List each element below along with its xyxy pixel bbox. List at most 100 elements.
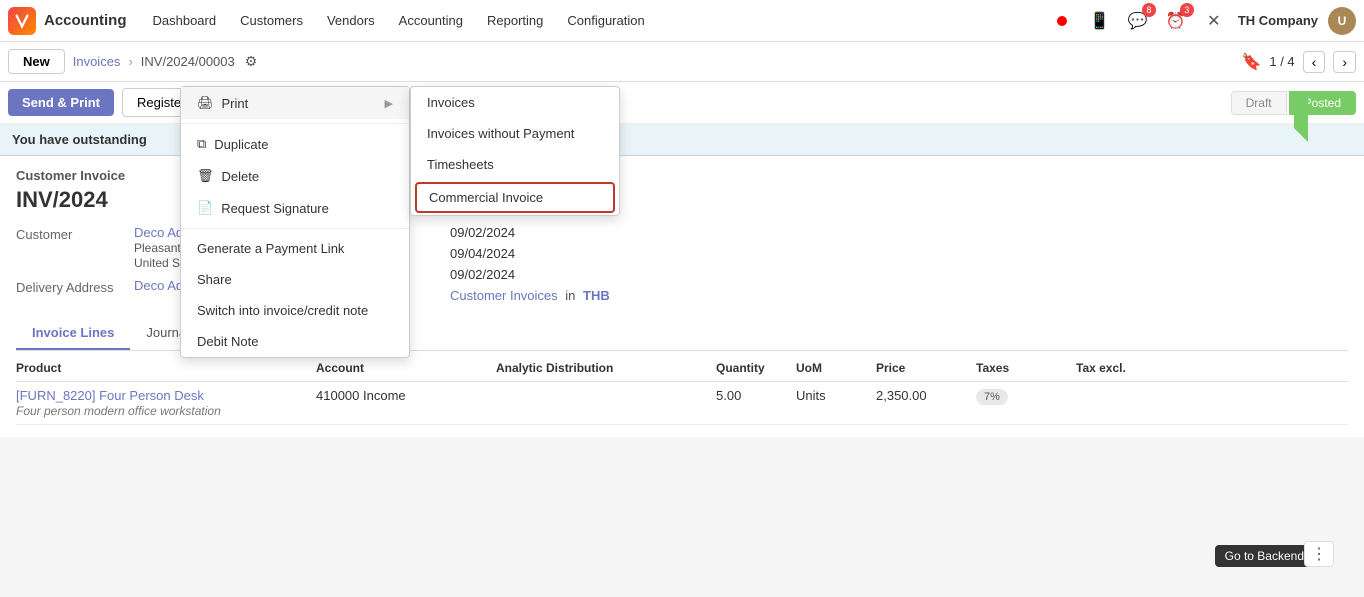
menu-duplicate[interactable]: ⧉ Duplicate (181, 128, 409, 160)
nav-dashboard[interactable]: Dashboard (143, 9, 227, 32)
subheader: New Invoices › INV/2024/00003 ⚙ 🔖 1 / 4 … (0, 42, 1364, 82)
table-row: [FURN_8220] Four Person Desk Four person… (16, 382, 1348, 425)
col-taxes: Taxes (976, 361, 1076, 375)
row-account: 410000 Income (316, 388, 496, 403)
row-uom: Units (796, 388, 876, 403)
due-date-field: Due Date 09/04/2024 (328, 246, 1348, 261)
print-dropdown-menu: 🖨 Print ▶ ⧉ Duplicate 🗑 Delete 📄 Request… (180, 86, 410, 358)
breadcrumb-separator: › (128, 54, 132, 69)
duplicate-label: Duplicate (214, 137, 268, 152)
product-link[interactable]: [FURN_8220] Four Person Desk (16, 388, 204, 403)
switch-label: Switch into invoice/credit note (197, 303, 368, 318)
send-print-button[interactable]: Send & Print (8, 89, 114, 116)
menu-divider-2 (181, 228, 409, 229)
customer-label: Customer (16, 225, 126, 242)
go-to-backend-tooltip: Go to Backend (1215, 545, 1314, 567)
breadcrumb-current: INV/2024/00003 (141, 54, 235, 69)
journal-link[interactable]: Customer Invoices (450, 288, 558, 303)
status-bar: Draft Posted (1231, 91, 1356, 115)
col-price: Price (876, 361, 976, 375)
status-draft[interactable]: Draft (1231, 91, 1287, 115)
settings-gear-icon[interactable]: ⚙ (245, 53, 258, 70)
share-label: Share (197, 272, 232, 287)
debit-note-label: Debit Note (197, 334, 258, 349)
journal-value: Customer Invoices in THB (450, 288, 610, 303)
menu-print[interactable]: 🖨 Print ▶ (181, 87, 409, 119)
more-options-button[interactable]: ⋮ (1304, 541, 1334, 567)
prev-record-button[interactable]: ‹ (1303, 51, 1326, 73)
col-uom: UoM (796, 361, 876, 375)
menu-switch[interactable]: Switch into invoice/credit note (181, 295, 409, 326)
submenu-invoices[interactable]: Invoices (411, 87, 619, 118)
timer-badge: 3 (1180, 3, 1194, 17)
delivery-date-value: 09/02/2024 (450, 267, 515, 282)
col-account: Account (316, 361, 496, 375)
print-submenu: Invoices Invoices without Payment Timesh… (410, 86, 620, 216)
row-product: [FURN_8220] Four Person Desk Four person… (16, 388, 316, 418)
submenu-invoices-without-payment[interactable]: Invoices without Payment (411, 118, 619, 149)
table-header: Product Account Analytic Distribution Qu… (16, 355, 1348, 382)
new-button[interactable]: New (8, 49, 65, 74)
company-name: TH Company (1238, 13, 1318, 28)
delivery-date-field: Delivery Date 09/02/2024 (328, 267, 1348, 282)
nav-vendors[interactable]: Vendors (317, 9, 385, 32)
row-quantity: 5.00 (716, 388, 796, 403)
nav-accounting[interactable]: Accounting (389, 9, 473, 32)
menu-request-signature[interactable]: 📄 Request Signature (181, 192, 409, 224)
tab-invoice-lines[interactable]: Invoice Lines (16, 317, 130, 350)
print-label: Print (222, 96, 249, 111)
generate-payment-label: Generate a Payment Link (197, 241, 344, 256)
chat-icon[interactable]: 💬 8 (1124, 7, 1152, 35)
menu-delete[interactable]: 🗑 Delete (181, 160, 409, 192)
due-date-value: 09/04/2024 (450, 246, 515, 261)
top-navigation: Accounting Dashboard Customers Vendors A… (0, 0, 1364, 42)
invoice-date-value: 09/02/2024 (450, 225, 515, 240)
record-count: 1 / 4 (1269, 54, 1294, 69)
user-avatar[interactable]: U (1328, 7, 1356, 35)
menu-share[interactable]: Share (181, 264, 409, 295)
col-quantity: Quantity (716, 361, 796, 375)
close-icon[interactable]: ✕ (1200, 7, 1228, 35)
timer-icon[interactable]: ⏰ 3 (1162, 7, 1190, 35)
col-tax-excl: Tax excl. (1076, 361, 1318, 375)
chat-badge: 8 (1142, 3, 1156, 17)
breadcrumb-parent[interactable]: Invoices (73, 54, 121, 69)
nav-configuration[interactable]: Configuration (557, 9, 654, 32)
invoice-date-field: Invoice Date 09/02/2024 (328, 225, 1348, 240)
product-description: Four person modern office workstation (16, 404, 221, 418)
journal-in: in (565, 288, 575, 303)
submenu-arrow-icon: ▶ (385, 97, 393, 110)
journal-field: Journal Customer Invoices in THB (328, 288, 1348, 303)
journal-currency: THB (583, 288, 610, 303)
topnav-icons: 📱 💬 8 ⏰ 3 ✕ TH Company U (1048, 7, 1356, 35)
app-brand: Accounting (44, 12, 127, 29)
delete-icon: 🗑 (197, 168, 214, 184)
menu-divider-1 (181, 123, 409, 124)
app-logo (8, 7, 36, 35)
duplicate-icon: ⧉ (197, 136, 206, 152)
row-taxes: 7% (976, 388, 1076, 403)
nav-customers[interactable]: Customers (230, 9, 313, 32)
col-product: Product (16, 361, 316, 375)
row-price: 2,350.00 (876, 388, 976, 403)
delete-label: Delete (222, 169, 260, 184)
next-record-button[interactable]: › (1333, 51, 1356, 73)
menu-generate-payment-link[interactable]: Generate a Payment Link (181, 233, 409, 264)
col-actions (1318, 361, 1348, 375)
invoice-lines-table: Product Account Analytic Distribution Qu… (16, 355, 1348, 425)
col-analytic: Analytic Distribution (496, 361, 716, 375)
request-signature-label: Request Signature (221, 201, 329, 216)
menu-debit-note[interactable]: Debit Note (181, 326, 409, 357)
status-posted[interactable]: Posted (1289, 91, 1356, 115)
print-icon: 🖨 (197, 95, 214, 111)
signature-icon: 📄 (197, 200, 213, 216)
submenu-commercial-invoice[interactable]: Commercial Invoice (415, 182, 615, 213)
support-icon[interactable]: 📱 (1086, 7, 1114, 35)
delivery-address-label: Delivery Address (16, 278, 126, 295)
nav-reporting[interactable]: Reporting (477, 9, 553, 32)
red-dot-icon (1048, 7, 1076, 35)
right-fields: Invoice Date 09/02/2024 Due Date 09/04/2… (328, 225, 1348, 309)
submenu-timesheets[interactable]: Timesheets (411, 149, 619, 180)
tax-badge: 7% (976, 389, 1008, 405)
bookmark-icon[interactable]: 🔖 (1241, 52, 1261, 72)
